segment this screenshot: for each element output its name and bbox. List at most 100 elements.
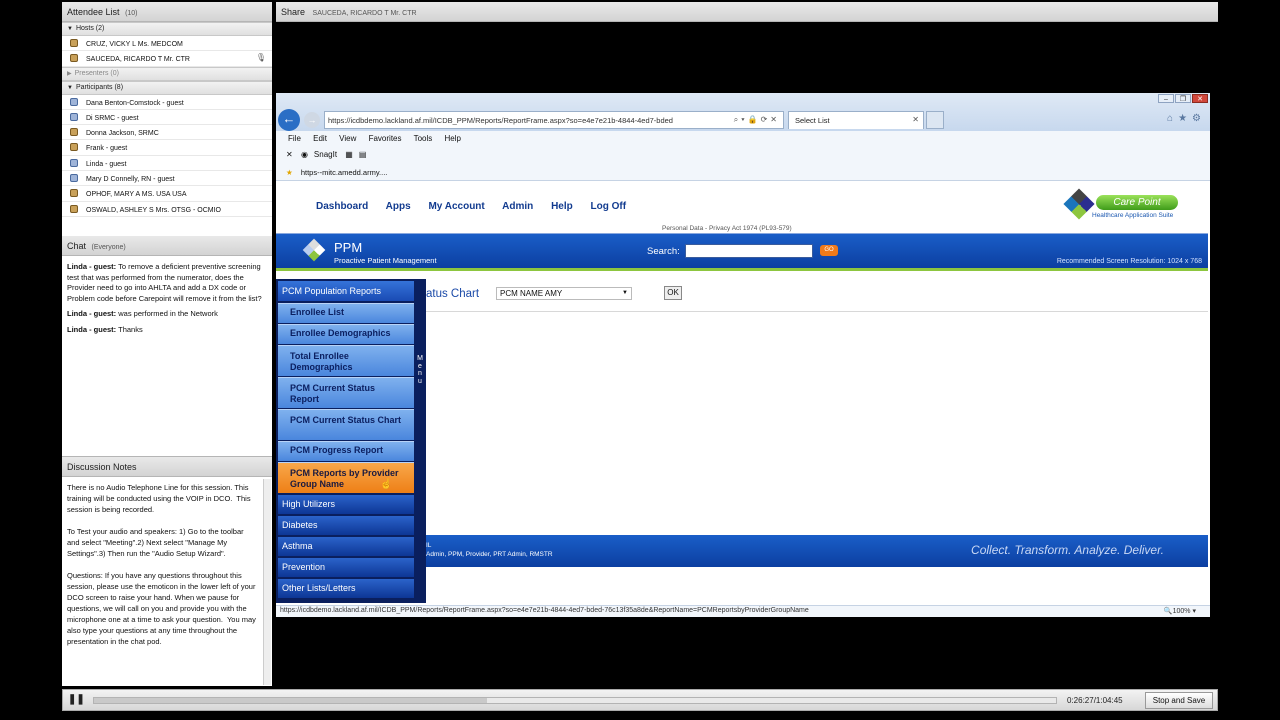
chat-author: Linda - guest: (67, 309, 117, 318)
chat-message: Linda - guest: Thanks (67, 325, 267, 336)
tab-close-icon[interactable]: ✕ (912, 115, 919, 124)
menu-category-high-utilizers[interactable]: High Utilizers (278, 495, 414, 514)
browser-statusbar: https://icdbdemo.lackland.af.mil/ICDB_PP… (276, 605, 1210, 617)
web-page: Dashboard Apps My Account Admin Help Log… (276, 183, 1208, 605)
menu-file[interactable]: File (288, 134, 301, 143)
participant-item[interactable]: Linda - guest (62, 156, 272, 172)
participant-icon (70, 189, 78, 198)
search-go-button[interactable]: GO (820, 245, 838, 256)
menu-item-pcm-reports-by-provider-group[interactable]: PCM Reports by Provider Group Name (278, 462, 414, 493)
menu-item-pcm-current-status-chart[interactable]: PCM Current Status Chart (278, 409, 414, 440)
menu-help[interactable]: Help (445, 134, 461, 143)
window-controls: – ❐ ✕ (1157, 94, 1208, 103)
hand-cursor-icon: ☝ (380, 479, 393, 490)
menu-favorites[interactable]: Favorites (369, 134, 402, 143)
attendee-list-header[interactable]: Attendee List (10) (62, 2, 272, 22)
chat-text: Thanks (116, 324, 143, 334)
nav-apps[interactable]: Apps (386, 201, 411, 212)
host-item[interactable]: CRUZ, VICKY L Ms. MEDCOM (62, 36, 272, 52)
nav-admin[interactable]: Admin (502, 201, 533, 212)
restore-icon[interactable]: ❐ (1175, 94, 1191, 103)
menu-item-pcm-progress-report[interactable]: PCM Progress Report (278, 441, 414, 461)
menu-category-diabetes[interactable]: Diabetes (278, 516, 414, 535)
host-item[interactable]: SAUCEDA, RICARDO T Mr. CTR 🎙 (62, 51, 272, 67)
participant-item[interactable]: Frank - guest (62, 140, 272, 156)
attendee-count: (10) (125, 10, 138, 17)
menu-toggle-tab[interactable]: Menu (416, 355, 424, 385)
footer-roles-line: Admin, PPM, Provider, PRT Admin, RMSTR (426, 551, 553, 558)
menu-category-prevention[interactable]: Prevention (278, 558, 414, 577)
hosts-group[interactable]: ▼ Hosts (2) (62, 22, 272, 36)
address-bar[interactable]: https://icdbdemo.lackland.af.mil/ICDB_PP… (324, 111, 784, 129)
notes-header[interactable]: Discussion Notes (62, 457, 272, 477)
favorites-star-icon[interactable]: ★ (1178, 113, 1192, 124)
favorite-link[interactable]: https--mitc.amedd.army.... (301, 168, 388, 177)
stop-and-save-button[interactable]: Stop and Save (1145, 692, 1213, 709)
home-icon[interactable]: ⌂ (1167, 113, 1178, 124)
menu-item-enrollee-list[interactable]: Enrollee List (278, 303, 414, 323)
search-input[interactable] (685, 244, 813, 258)
nav-dashboard[interactable]: Dashboard (316, 201, 368, 212)
playback-scrubber[interactable] (93, 697, 1057, 704)
menu-view[interactable]: View (339, 134, 356, 143)
gear-icon[interactable]: ⚙ (1192, 113, 1206, 124)
menu-item-total-enrollee-demographics[interactable]: Total Enrollee Demographics (278, 345, 414, 376)
expand-triangle-icon: ▼ (67, 84, 73, 91)
capture-options-icon[interactable]: ▤ (359, 150, 367, 159)
participant-item[interactable]: OPHOF, MARY A MS. USA USA (62, 186, 272, 202)
ppm-diamond-icon (302, 238, 326, 262)
close-icon[interactable]: ✕ (1192, 94, 1208, 103)
participant-item[interactable]: OSWALD, ASHLEY S Mrs. OTSG - OCMIO (62, 202, 272, 217)
pcm-name-select[interactable]: PCM NAME AMY ▼ (496, 287, 632, 300)
favorites-star-icon[interactable]: ★ (286, 168, 293, 177)
snagit-button[interactable]: SnagIt (314, 150, 337, 159)
nav-my-account[interactable]: My Account (428, 201, 484, 212)
chat-header[interactable]: Chat (Everyone) (62, 236, 272, 256)
share-header: Share SAUCEDA, RICARDO T Mr. CTR (276, 2, 1218, 22)
chat-text: was performed in the Network (116, 309, 218, 318)
notes-scrollbar[interactable] (263, 479, 271, 685)
ppm-banner: PPM Proactive Patient Management Search:… (276, 233, 1208, 271)
chat-pod: Chat (Everyone) Linda - guest: To remove… (62, 236, 272, 456)
screen: Attendee List (10) ▼ Hosts (2) CRUZ, VICK… (0, 0, 1280, 720)
zoom-level[interactable]: 🔍100% ▾ (1164, 607, 1196, 615)
ok-button[interactable]: OK (664, 286, 682, 300)
logo-text: Care Point (1096, 195, 1178, 210)
address-actions-icon[interactable]: ⌕▾🔒⟳✕ (734, 115, 780, 125)
pause-icon[interactable]: ❚❚ (68, 694, 85, 705)
participant-item[interactable]: Mary D Connelly, RN - guest (62, 171, 272, 187)
back-arrow-icon[interactable]: ← (278, 109, 300, 131)
menu-tools[interactable]: Tools (414, 134, 433, 143)
participants-group[interactable]: ▼ Participants (8) (62, 80, 272, 95)
playback-bar: ❚❚ 0:26:27/1:04:45 Stop and Save (62, 689, 1218, 711)
menu-category-asthma[interactable]: Asthma (278, 537, 414, 556)
participant-item[interactable]: Dana Benton-Comstock - guest (62, 95, 272, 110)
menu-item-enrollee-demographics[interactable]: Enrollee Demographics (278, 324, 414, 344)
capture-icon[interactable]: ▦ (345, 150, 353, 159)
new-tab-button[interactable] (926, 111, 944, 129)
menu-header-pcm-population-reports[interactable]: PCM Population Reports (278, 281, 414, 301)
flyout-menu: PCM Population Reports Enrollee List Enr… (276, 279, 426, 603)
menu-item-pcm-current-status-report[interactable]: PCM Current Status Report (278, 377, 414, 408)
participant-item[interactable]: Di SRMC - guest (62, 110, 272, 126)
forward-arrow-icon[interactable]: → (304, 112, 320, 128)
browser-window: – ❐ ✕ ← → https://icdbdemo.lackland.af.mil… (276, 93, 1210, 617)
footer-slogan: Collect. Transform. Analyze. Deliver. (971, 543, 1164, 557)
menu-category-other-lists-letters[interactable]: Other Lists/Letters (278, 579, 414, 598)
snagit-toolbar: ✕ ◉ SnagIt ▦ ▤ (276, 147, 1210, 163)
privacy-notice: Personal Data - Privacy Act 1974 (PL93-5… (662, 225, 792, 232)
share-presenter: SAUCEDA, RICARDO T Mr. CTR (312, 10, 417, 17)
presenters-group[interactable]: ▶ Presenters (0) (62, 66, 272, 81)
close-icon[interactable]: ✕ (286, 150, 293, 159)
menu-edit[interactable]: Edit (313, 134, 327, 143)
share-pod: Share SAUCEDA, RICARDO T Mr. CTR – ❐ ✕ ← →… (276, 2, 1218, 686)
footer-roles-line: IL (426, 542, 432, 549)
minimize-icon[interactable]: – (1158, 94, 1174, 103)
app-title: PPM (334, 240, 363, 255)
tab-select-list[interactable]: Select List ✕ (788, 111, 924, 129)
nav-help[interactable]: Help (551, 201, 573, 212)
chat-title: Chat (67, 241, 87, 251)
participant-icon (70, 112, 78, 121)
participant-item[interactable]: Donna Jackson, SRMC (62, 125, 272, 141)
nav-log-off[interactable]: Log Off (591, 201, 627, 212)
